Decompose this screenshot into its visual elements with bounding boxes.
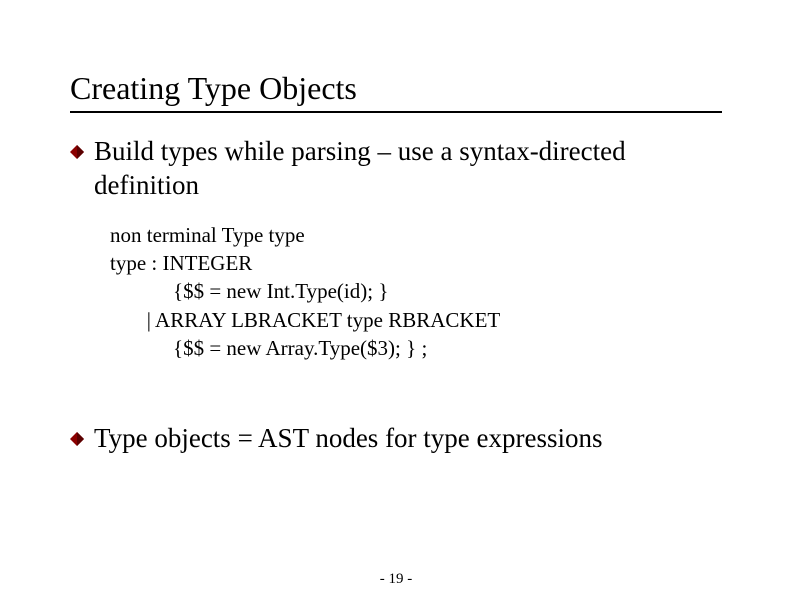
bullet-text: Build types while parsing – use a syntax… [94, 135, 722, 203]
diamond-bullet-icon [70, 432, 84, 446]
slide: Creating Type Objects Build types while … [0, 0, 792, 612]
bullet-item: Build types while parsing – use a syntax… [70, 135, 722, 203]
slide-title: Creating Type Objects [70, 70, 722, 113]
bullet-item: Type objects = AST nodes for type expres… [70, 422, 722, 456]
bullet-list: Type objects = AST nodes for type expres… [70, 422, 722, 456]
bullet-text: Type objects = AST nodes for type expres… [94, 422, 603, 456]
bullet-list: Build types while parsing – use a syntax… [70, 135, 722, 203]
diamond-bullet-icon [70, 145, 84, 159]
code-block: non terminal Type type type : INTEGER {$… [110, 221, 722, 363]
page-number: - 19 - [0, 571, 792, 588]
